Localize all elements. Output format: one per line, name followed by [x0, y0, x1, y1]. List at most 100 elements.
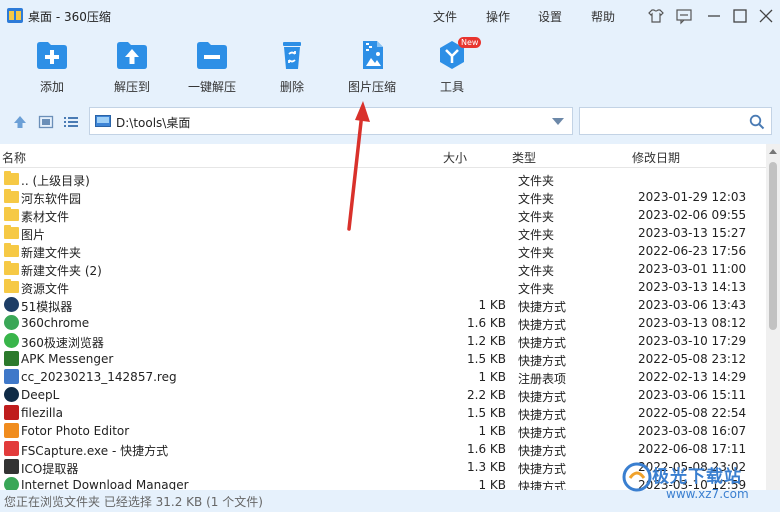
file-type: 文件夹	[518, 228, 555, 242]
file-type: 文件夹	[518, 174, 555, 188]
table-row[interactable]: filezilla 1.5 KB 快捷方式 2022-05-08 22:54	[0, 404, 766, 422]
file-type: 快捷方式	[518, 318, 567, 332]
feedback-icon[interactable]	[674, 6, 694, 26]
extract-to-button[interactable]: 解压到	[92, 40, 172, 98]
search-icon[interactable]	[749, 114, 765, 130]
add-label: 添加	[39, 80, 64, 94]
vertical-scrollbar[interactable]	[766, 144, 780, 490]
skin-icon[interactable]	[646, 6, 666, 26]
file-type: 文件夹	[518, 264, 555, 278]
table-row[interactable]: APK Messenger 1.5 KB 快捷方式 2022-05-08 23:12	[0, 350, 766, 368]
menu-help[interactable]: 帮助	[591, 8, 615, 25]
one-click-extract-button[interactable]: 一键解压	[172, 40, 252, 98]
file-name: 图片	[21, 228, 46, 242]
menu-operation[interactable]: 操作	[486, 8, 510, 25]
folder-icon	[4, 171, 19, 185]
tools-label: 工具	[439, 80, 464, 94]
search-input[interactable]	[584, 112, 744, 130]
file-date: 2023-03-06 15:11	[638, 388, 747, 402]
list-header: 名称 大小 类型 修改日期	[0, 144, 766, 168]
table-row[interactable]: Fotor Photo Editor 1 KB 快捷方式 2023-03-08 16:…	[0, 422, 766, 440]
scroll-thumb[interactable]	[769, 162, 777, 330]
file-date: 2023-03-06 13:43	[638, 298, 747, 312]
table-row[interactable]: 素材文件 文件夹 2023-02-06 09:55	[0, 206, 766, 224]
file-name: 资源文件	[21, 282, 70, 296]
file-name: Internet Download Manager	[21, 478, 189, 490]
file-size: 1.6 KB	[467, 442, 506, 456]
table-row[interactable]: 新建文件夹 (2) 文件夹 2023-03-01 11:00	[0, 260, 766, 278]
fotor-icon	[4, 423, 19, 438]
table-row[interactable]: 资源文件 文件夹 2023-03-13 14:13	[0, 278, 766, 296]
table-row[interactable]: FSCapture.exe - 快捷方式 1.6 KB 快捷方式 2022-06-08…	[0, 440, 766, 458]
file-type: 快捷方式	[518, 300, 567, 314]
delete-label: 删除	[279, 80, 304, 94]
list-view-icon[interactable]	[63, 114, 79, 130]
file-date: 2023-03-13 08:12	[638, 316, 747, 330]
chrome-icon	[4, 315, 19, 330]
window-title: 桌面 - 360压缩	[28, 10, 111, 24]
file-type: 快捷方式	[518, 336, 567, 350]
delete-button[interactable]: 删除	[252, 40, 332, 98]
file-date: 2022-02-13 14:29	[638, 370, 747, 384]
table-row[interactable]: 51模拟器 1 KB 快捷方式 2023-03-06 13:43	[0, 296, 766, 314]
table-row[interactable]: 新建文件夹 文件夹 2022-06-23 17:56	[0, 242, 766, 260]
file-type: 快捷方式	[518, 444, 567, 458]
folder-icon	[4, 261, 19, 275]
search-box[interactable]	[579, 107, 772, 135]
file-type: 快捷方式	[518, 462, 567, 476]
folder-icon	[4, 243, 19, 257]
file-name: filezilla	[21, 406, 63, 420]
watermark-logo-icon	[622, 462, 652, 492]
folder-icon	[4, 225, 19, 239]
file-name: 51模拟器	[21, 300, 73, 314]
table-row[interactable]: 图片 文件夹 2023-03-13 15:27	[0, 224, 766, 242]
file-date: 2023-03-13 14:13	[638, 280, 747, 294]
file-size: 1 KB	[478, 478, 506, 490]
file-date: 2022-06-23 17:56	[638, 244, 747, 258]
new-badge: New	[458, 37, 482, 48]
scroll-up-icon[interactable]	[769, 149, 777, 154]
add-button[interactable]: 添加	[12, 40, 92, 98]
table-row[interactable]: .. (上级目录) 文件夹	[0, 170, 766, 188]
image-compress-icon	[363, 41, 383, 69]
minimize-icon[interactable]	[704, 6, 724, 26]
table-row[interactable]: 河东软件园 文件夹 2023-01-29 12:03	[0, 188, 766, 206]
menu-file[interactable]: 文件	[433, 8, 457, 25]
watermark: 极光下载站 www.xz7.com	[622, 458, 772, 504]
app-logo-icon	[7, 8, 23, 23]
menu-settings[interactable]: 设置	[538, 8, 562, 25]
file-type: 快捷方式	[518, 408, 567, 422]
file-name: APK Messenger	[21, 352, 114, 366]
image-compress-button[interactable]: 图片压缩	[332, 40, 412, 98]
maximize-icon[interactable]	[730, 6, 750, 26]
file-date: 2022-05-08 22:54	[638, 406, 747, 420]
table-row[interactable]: 360极速浏览器 1.2 KB 快捷方式 2023-03-10 17:29	[0, 332, 766, 350]
tools-button[interactable]: New 工具	[412, 37, 492, 98]
address-dropdown-icon[interactable]	[552, 118, 564, 125]
status-text: 您正在浏览文件夹 已经选择 31.2 KB (1 个文件)	[4, 495, 263, 509]
file-type: 文件夹	[518, 210, 555, 224]
column-type[interactable]: 类型	[512, 149, 536, 166]
filezilla-icon	[4, 405, 19, 420]
close-icon[interactable]	[756, 6, 776, 26]
thumbnail-view-icon[interactable]	[38, 114, 54, 130]
extract-to-label: 解压到	[113, 80, 150, 94]
table-row[interactable]: 360chrome 1.6 KB 快捷方式 2023-03-13 08:12	[0, 314, 766, 332]
file-date: 2022-06-08 17:11	[638, 442, 747, 456]
column-size[interactable]: 大小	[443, 149, 467, 166]
file-name: Fotor Photo Editor	[21, 424, 130, 438]
column-date[interactable]: 修改日期	[632, 149, 680, 166]
address-bar[interactable]: D:\tools\桌面	[89, 107, 573, 135]
file-name: 360极速浏览器	[21, 336, 104, 350]
file-date: 2023-03-10 17:29	[638, 334, 747, 348]
up-arrow-icon[interactable]	[12, 114, 28, 130]
watermark-url: www.xz7.com	[666, 487, 749, 501]
table-row[interactable]: cc_20230213_142857.reg 1 KB 注册表项 2022-02-13…	[0, 368, 766, 386]
drive-icon	[95, 115, 111, 127]
file-size: 1 KB	[478, 424, 506, 438]
file-name: 河东软件园	[21, 192, 82, 206]
table-row[interactable]: DeepL 2.2 KB 快捷方式 2023-03-06 15:11	[0, 386, 766, 404]
column-name[interactable]: 名称	[2, 149, 26, 166]
one-click-extract-label: 一键解压	[187, 80, 236, 94]
emulator-icon	[4, 297, 19, 312]
